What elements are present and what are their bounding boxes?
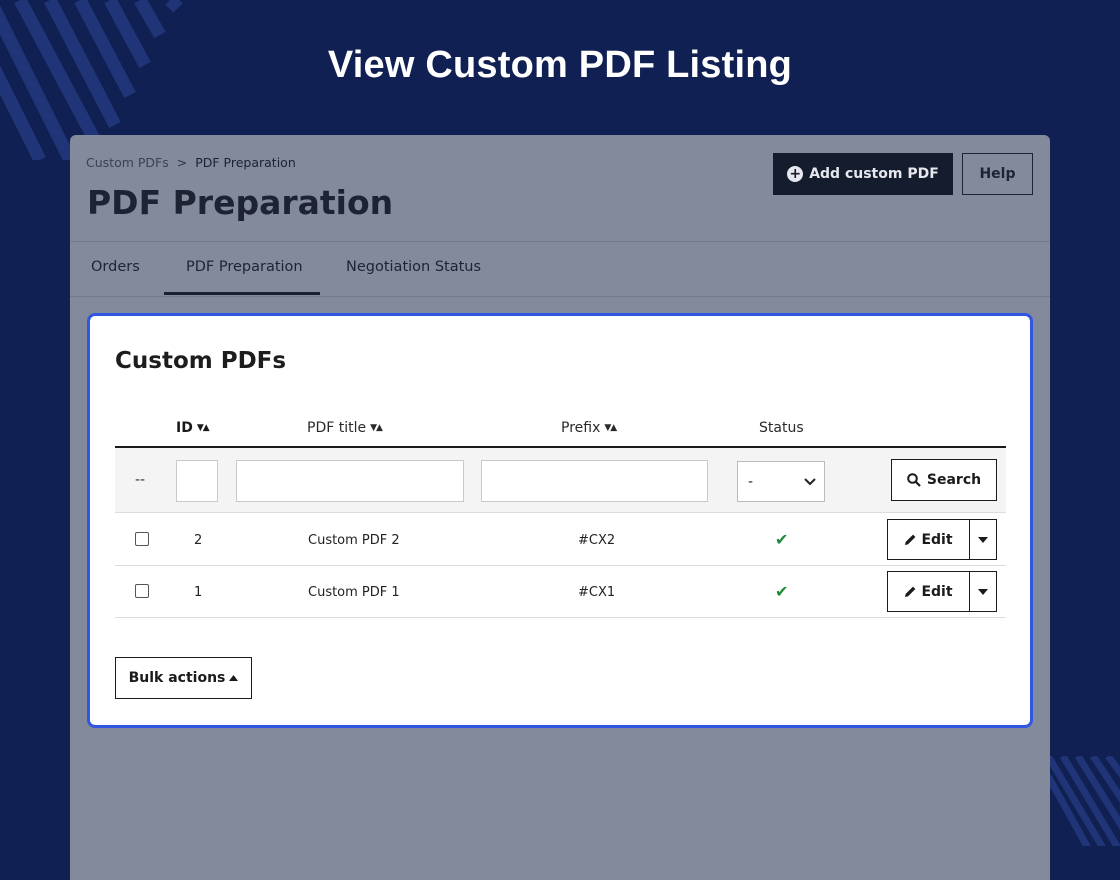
table-row: 1 Custom PDF 1 #CX1 ✔ Edit	[115, 566, 1006, 618]
row-actions-dropdown[interactable]	[969, 519, 997, 560]
row-prefix: #CX2	[578, 533, 616, 548]
row-actions-dropdown[interactable]	[969, 571, 997, 612]
page-header: Custom PDFs > PDF Preparation PDF Prepar…	[70, 135, 1050, 241]
tab-pdf-preparation[interactable]: PDF Preparation	[186, 259, 303, 275]
sort-icon[interactable]: ▼▲	[197, 423, 210, 433]
column-header-prefix[interactable]: Prefix ▼▲	[561, 420, 617, 436]
pencil-icon	[905, 534, 916, 545]
hero-title: View Custom PDF Listing	[327, 44, 793, 86]
active-tab-indicator	[164, 292, 320, 295]
breadcrumb: Custom PDFs > PDF Preparation	[86, 155, 296, 170]
filter-status-select[interactable]: -	[737, 461, 825, 502]
row-checkbox[interactable]	[135, 532, 149, 546]
caret-down-icon	[978, 588, 988, 595]
column-header-prefix-label: Prefix	[561, 420, 601, 436]
help-button[interactable]: Help	[962, 153, 1033, 195]
column-header-pdf-title[interactable]: PDF title ▼▲	[307, 420, 383, 436]
row-id: 1	[194, 585, 203, 600]
filter-prefix-input[interactable]	[481, 460, 708, 502]
check-icon: ✔	[775, 582, 789, 601]
breadcrumb-current: PDF Preparation	[195, 155, 296, 170]
edit-button-label: Edit	[921, 583, 953, 600]
search-button-label: Search	[926, 472, 982, 488]
search-icon	[907, 473, 921, 487]
chevron-down-icon	[804, 477, 816, 485]
row-prefix: #CX1	[578, 585, 616, 600]
edit-button[interactable]: Edit	[887, 571, 969, 612]
check-icon: ✔	[775, 530, 789, 549]
tab-orders[interactable]: Orders	[91, 259, 140, 275]
row-title: Custom PDF 1	[308, 585, 400, 600]
column-header-pdf-title-label: PDF title	[307, 420, 367, 436]
filter-id-input[interactable]	[176, 460, 218, 502]
card-title: Custom PDFs	[115, 348, 287, 374]
add-custom-pdf-label: Add custom PDF	[809, 166, 939, 182]
filter-title-input[interactable]	[236, 460, 464, 502]
plus-circle-icon: +	[787, 166, 804, 182]
bulk-actions-label: Bulk actions	[128, 670, 226, 686]
edit-button[interactable]: Edit	[887, 519, 969, 560]
tab-negotiation-status[interactable]: Negotiation Status	[346, 259, 481, 275]
filter-placeholder-dash: --	[135, 472, 146, 488]
row-title: Custom PDF 2	[308, 533, 400, 548]
bulk-actions-button[interactable]: Bulk actions	[115, 657, 252, 699]
caret-down-icon	[978, 536, 988, 543]
app-window: Custom PDFs > PDF Preparation PDF Prepar…	[70, 135, 1050, 880]
caret-up-icon	[229, 675, 239, 681]
custom-pdfs-card: Custom PDFs ID ▼▲ PDF title ▼▲ Prefix ▼▲…	[87, 313, 1033, 728]
sort-icon[interactable]: ▼▲	[604, 423, 617, 433]
decorative-stripes	[1048, 756, 1120, 846]
breadcrumb-separator: >	[176, 155, 188, 170]
pencil-icon	[905, 586, 916, 597]
column-header-id[interactable]: ID ▼▲	[176, 420, 210, 436]
sort-icon[interactable]: ▼▲	[370, 423, 383, 433]
column-header-id-label: ID	[176, 420, 193, 436]
tab-bar: Orders PDF Preparation Negotiation Statu…	[70, 241, 1050, 297]
table-row: 2 Custom PDF 2 #CX2 ✔ Edit	[115, 514, 1006, 566]
page-title: PDF Preparation	[87, 183, 394, 222]
filter-status-value: -	[748, 473, 754, 490]
breadcrumb-link-custom-pdfs[interactable]: Custom PDFs	[86, 155, 169, 170]
filter-row: -- - Search	[115, 448, 1006, 513]
edit-button-label: Edit	[921, 531, 953, 548]
column-header-status: Status	[759, 420, 804, 436]
row-id: 2	[194, 533, 203, 548]
add-custom-pdf-button[interactable]: + Add custom PDF	[773, 153, 953, 195]
search-button[interactable]: Search	[891, 459, 997, 501]
row-checkbox[interactable]	[135, 584, 149, 598]
